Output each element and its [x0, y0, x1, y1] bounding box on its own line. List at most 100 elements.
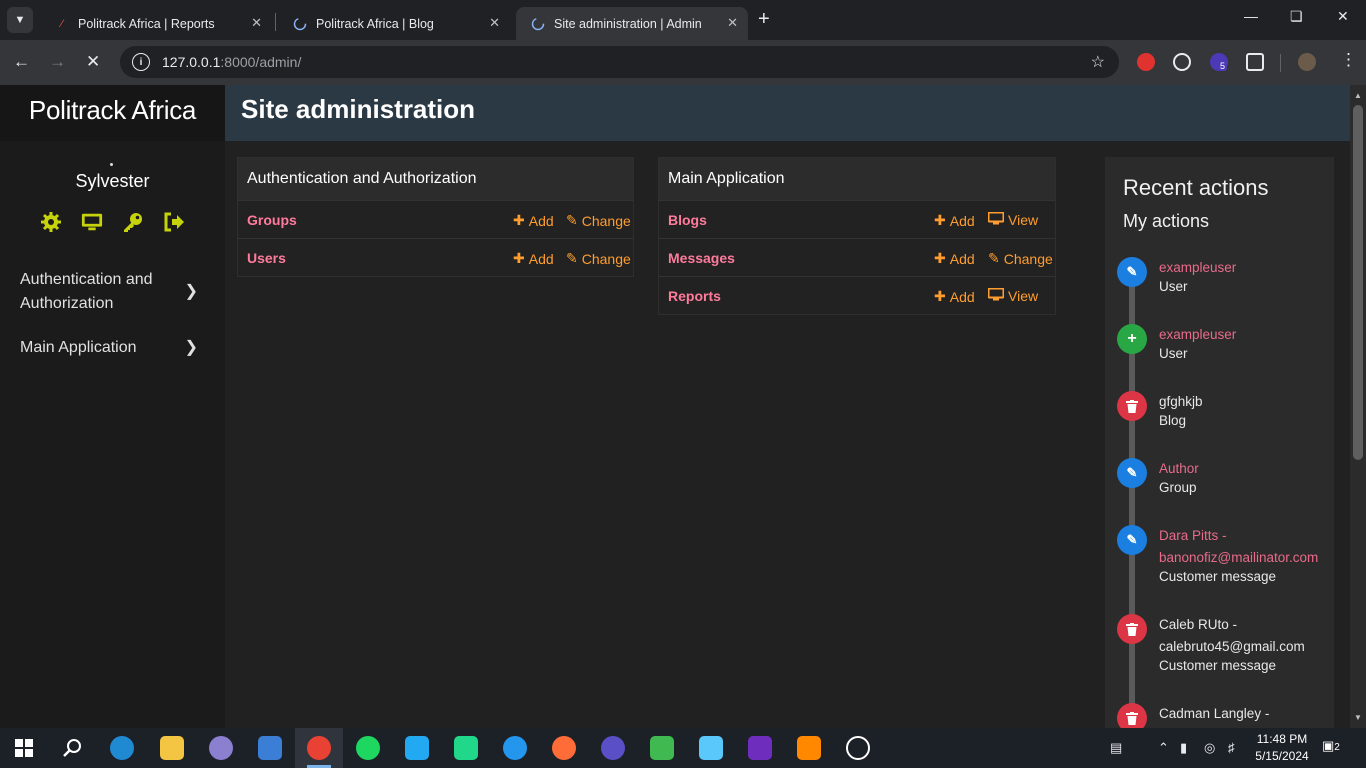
close-tab-icon[interactable]: ✕	[727, 15, 738, 31]
cog-icon[interactable]	[40, 211, 62, 233]
app-icon[interactable]	[601, 736, 625, 760]
pycharm-icon[interactable]	[454, 736, 478, 760]
page-title: Site administration	[241, 94, 476, 124]
tab-blog[interactable]: Politrack Africa | Blog ✕	[278, 7, 510, 40]
pencil-icon: ✎	[1117, 525, 1147, 555]
add-link[interactable]: ✚ Add	[934, 250, 975, 267]
view-link[interactable]: View	[987, 287, 1038, 304]
extension-icon[interactable]: 5	[1210, 53, 1228, 71]
postman-icon[interactable]	[552, 736, 576, 760]
back-icon[interactable]: ←	[13, 52, 30, 72]
media-player-icon[interactable]	[846, 736, 870, 760]
tab-admin[interactable]: Site administration | Admin ✕	[516, 7, 748, 40]
tab-search-button[interactable]: ▼	[7, 7, 33, 33]
url-host: 127.0.0.1	[162, 54, 221, 70]
scroll-down-icon[interactable]: ▼	[1354, 713, 1362, 722]
key-icon[interactable]	[122, 211, 144, 233]
monitor-icon[interactable]	[81, 211, 103, 233]
app-icon[interactable]	[748, 736, 772, 760]
adblock-extension-icon[interactable]	[1137, 53, 1155, 71]
model-link-messages[interactable]: Messages	[668, 250, 735, 266]
notification-center-icon[interactable]: ▣2	[1322, 738, 1340, 754]
speedometer-extension-icon[interactable]	[1173, 53, 1191, 71]
profile-avatar[interactable]	[1298, 53, 1316, 71]
app-icon[interactable]	[209, 736, 233, 760]
sidebar-item-authentication[interactable]: Authentication and Authorization ❯	[20, 268, 210, 316]
volume-icon[interactable]: ♯	[1228, 740, 1235, 755]
scrollbar-thumb[interactable]	[1353, 105, 1363, 460]
recent-action-type: User	[1159, 346, 1188, 361]
app-icon[interactable]	[699, 736, 723, 760]
windows-start-icon[interactable]	[12, 736, 36, 760]
recent-action-link[interactable]: Author	[1159, 458, 1324, 480]
address-bar[interactable]: i 127.0.0.1:8000/admin/ ☆	[120, 46, 1119, 78]
add-link[interactable]: ✚ Add	[513, 250, 554, 267]
spotify-icon[interactable]	[356, 736, 380, 760]
puzzle-extensions-icon[interactable]	[1246, 53, 1264, 71]
loading-favicon	[530, 16, 546, 32]
url-text: 127.0.0.1:8000/admin/	[162, 54, 301, 70]
recent-action-link[interactable]: Dara Pitts - banonofiz@mailinator.com	[1159, 525, 1324, 569]
change-link[interactable]: ✎ Change	[566, 250, 631, 267]
model-link-blogs[interactable]: Blogs	[668, 212, 707, 228]
module-caption[interactable]: Main Application	[659, 158, 1055, 200]
recent-action-link[interactable]: exampleuser	[1159, 324, 1324, 346]
restore-icon[interactable]: ❏	[1290, 8, 1303, 25]
model-link-groups[interactable]: Groups	[247, 212, 297, 228]
file-explorer-icon[interactable]	[160, 736, 184, 760]
app-icon[interactable]	[650, 736, 674, 760]
new-tab-button[interactable]: +	[758, 8, 770, 31]
chrome-icon[interactable]	[307, 736, 331, 760]
recent-action-type: Blog	[1159, 413, 1187, 428]
add-link[interactable]: ✚ Add	[934, 212, 975, 229]
forward-icon[interactable]: →	[49, 52, 66, 72]
microsoft-store-icon[interactable]	[258, 736, 282, 760]
search-icon[interactable]	[60, 736, 84, 760]
module-caption[interactable]: Authentication and Authorization	[238, 158, 633, 200]
add-link[interactable]: ✚ Add	[934, 288, 975, 305]
brand-title[interactable]: Politrack Africa	[0, 85, 225, 141]
bookmark-star-icon[interactable]: ☆	[1091, 52, 1105, 72]
tab-title: Politrack Africa | Blog	[316, 16, 434, 31]
table-row: Messages ✚ Add ✎ Change	[659, 238, 1055, 276]
tab-reports[interactable]: ⁄ Politrack Africa | Reports ✕	[40, 7, 272, 40]
close-tab-icon[interactable]: ✕	[489, 15, 500, 31]
admin-page: Politrack Africa Sylvester Authenticatio…	[0, 85, 1350, 728]
site-info-icon[interactable]: i	[132, 53, 150, 71]
taskbar-clock[interactable]: 11:48 PM 5/15/2024	[1252, 731, 1312, 765]
table-row: Users ✚ Add ✎ Change	[238, 238, 633, 276]
stop-loading-icon[interactable]: ✕	[86, 52, 100, 72]
module-auth: Authentication and Authorization Groups …	[237, 157, 634, 277]
change-link[interactable]: ✎ Change	[988, 250, 1053, 267]
browser-menu-icon[interactable]: ⋮	[1340, 50, 1357, 70]
view-link[interactable]: View	[987, 211, 1038, 228]
scroll-up-icon[interactable]: ▲	[1354, 91, 1362, 100]
tray-chevron-up-icon[interactable]: ⌃	[1158, 740, 1169, 756]
docker-icon[interactable]	[503, 736, 527, 760]
page-scrollbar[interactable]: ▲ ▼	[1350, 85, 1366, 728]
model-link-users[interactable]: Users	[247, 250, 286, 266]
plus-icon: +	[1117, 324, 1147, 354]
avatar	[110, 163, 113, 166]
model-link-reports[interactable]: Reports	[668, 288, 721, 304]
pencil-icon: ✎	[1117, 257, 1147, 287]
logout-icon[interactable]	[163, 211, 185, 233]
add-link[interactable]: ✚ Add	[513, 212, 554, 229]
recent-action-type: Customer message	[1159, 658, 1277, 673]
windows-taskbar: ▤ ⌃ ▮ ◎ ♯ 11:48 PM 5/15/2024 ▣2	[0, 728, 1366, 768]
sidebar-item-main-application[interactable]: Main Application ❯	[20, 336, 210, 360]
my-actions-title: My actions	[1123, 211, 1210, 231]
window-close-icon[interactable]: ✕	[1337, 8, 1349, 25]
edge-icon[interactable]	[110, 736, 134, 760]
task-view-icon[interactable]: ▤	[1110, 740, 1122, 756]
vlc-icon[interactable]	[797, 736, 821, 760]
close-tab-icon[interactable]: ✕	[251, 15, 262, 31]
change-link[interactable]: ✎ Change	[566, 212, 631, 229]
trash-icon	[1117, 703, 1147, 728]
network-icon[interactable]: ◎	[1204, 740, 1215, 756]
battery-icon[interactable]: ▮	[1180, 740, 1187, 756]
recent-action-link[interactable]: exampleuser	[1159, 257, 1324, 279]
vscode-icon[interactable]	[405, 736, 429, 760]
minimize-icon[interactable]: —	[1244, 8, 1258, 24]
browser-tab-bar: ▼ ⁄ Politrack Africa | Reports ✕ Politra…	[0, 0, 1366, 40]
